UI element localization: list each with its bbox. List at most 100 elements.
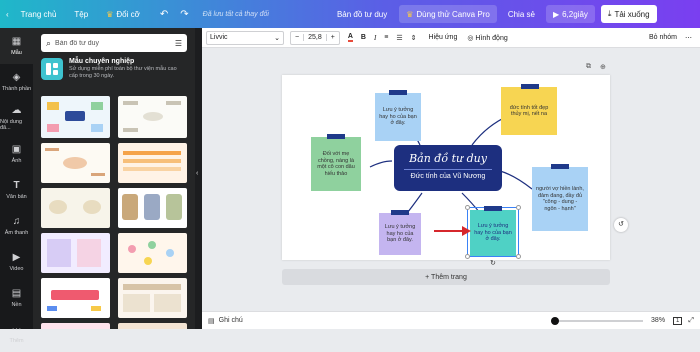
zoom-level[interactable]: 38%	[651, 317, 665, 324]
template-thumbnail[interactable]	[118, 278, 187, 318]
center-topic-subtitle: Đức tính của Vũ Nương	[404, 169, 492, 180]
sticky-note[interactable]: đức tính tốt đẹp thủy mị, nết na	[501, 84, 557, 135]
sticky-note[interactable]: người vợ hiền lành, đảm đang, đầy đủ "cô…	[532, 164, 588, 231]
template-thumbnail[interactable]	[41, 233, 110, 273]
font-size-increase-button[interactable]: +	[327, 34, 339, 41]
crown-icon: ♛	[106, 9, 114, 19]
present-timer: 6,2giây	[562, 9, 588, 19]
sticky-note-text: Lưu ý tưởng hay ho của bạn ở đây.	[384, 224, 416, 244]
sidebar-item-text[interactable]: T Văn bản	[0, 172, 33, 208]
sidebar-item-templates[interactable]: ▦ Mẫu	[0, 28, 33, 64]
font-family-select[interactable]: Livvic ⌄	[206, 30, 284, 45]
rotate-handle-icon[interactable]: ↻	[490, 259, 498, 267]
more-icon: ⋯	[11, 324, 22, 335]
sidebar-item-uploads[interactable]: ☁ Nội dung đã...	[0, 100, 33, 136]
sidebar-item-photos[interactable]: ▣ Ảnh	[0, 136, 33, 172]
comment-icon[interactable]: ↺	[614, 218, 628, 232]
template-thumbnail[interactable]	[118, 96, 187, 138]
effects-button[interactable]: Hiệu ứng	[429, 34, 458, 41]
home-link[interactable]: Trang chủ	[15, 10, 63, 19]
font-size-decrease-button[interactable]: −	[291, 34, 303, 41]
template-thumbnail[interactable]	[41, 323, 110, 329]
back-chevron-icon[interactable]: ‹	[0, 10, 15, 19]
template-search-box: ⌕ ☰	[41, 34, 187, 52]
sidebar-item-more[interactable]: ⋯ Thêm	[0, 316, 33, 352]
sticky-note-text: Đối với mẹ chồng, nàng là một cô con dâu…	[317, 151, 355, 177]
align-center-icon[interactable]: ≡	[384, 34, 388, 41]
template-thumbnail[interactable]	[118, 233, 187, 273]
canvas-workspace: ⧉ ⊕ Lưu ý tưởng hay ho của bạn ở đây. đứ…	[202, 48, 700, 311]
notes-icon[interactable]: ▤	[208, 317, 215, 325]
present-button[interactable]: ▶ 6,2giây	[545, 5, 595, 23]
animate-label: Hình động	[475, 34, 508, 42]
template-thumbnail[interactable]	[41, 143, 110, 183]
elements-icon: ◈	[12, 72, 21, 83]
try-pro-label: Dùng thử Canva Pro	[416, 9, 490, 19]
template-search-input[interactable]	[55, 39, 171, 47]
search-icon: ⌕	[46, 37, 52, 48]
more-options-icon[interactable]: ⋯	[685, 34, 692, 42]
resize-label: Đổi cỡ	[116, 9, 140, 19]
template-thumbnail[interactable]	[118, 323, 187, 329]
animate-button[interactable]: ◎ Hình động	[467, 34, 507, 42]
text-color-icon[interactable]: A	[347, 33, 353, 42]
resize-handle[interactable]	[516, 254, 521, 259]
duplicate-page-icon[interactable]: ⧉	[586, 63, 591, 71]
file-menu[interactable]: Tệp	[68, 10, 94, 19]
sidebar-item-label: Video	[9, 266, 24, 272]
sticky-note[interactable]: Lưu ý tưởng hay ho của bạn ở đây.	[375, 90, 421, 141]
sticky-note-selected[interactable]: Lưu ý tưởng hay ho của bạn ở đây.	[470, 206, 516, 256]
sticky-note[interactable]: Lưu ý tưởng hay ho của bạn ở đây.	[379, 210, 421, 255]
template-thumbnail[interactable]	[41, 188, 110, 228]
sidebar-item-background[interactable]: ▤ Nền	[0, 280, 33, 316]
page-count-badge[interactable]: 1	[673, 316, 683, 325]
zoom-slider[interactable]	[551, 316, 644, 325]
tape	[551, 164, 569, 169]
fullscreen-icon[interactable]: ⤢	[688, 317, 694, 325]
sidebar-item-audio[interactable]: ♫ Âm thanh	[0, 208, 33, 244]
ungroup-button[interactable]: Bỏ nhóm	[649, 34, 677, 41]
resize-button[interactable]: ♛ Đổi cỡ	[100, 10, 146, 19]
share-button[interactable]: Chia sẻ	[501, 5, 542, 23]
italic-icon[interactable]: I	[374, 34, 376, 42]
template-thumbnail[interactable]	[41, 96, 110, 138]
try-pro-button[interactable]: ♛ Dùng thử Canva Pro	[399, 5, 497, 23]
sticky-note-text: người vợ hiền lành, đảm đang, đầy đủ "cô…	[536, 186, 584, 212]
sidebar-item-label: Ảnh	[11, 158, 22, 164]
undo-icon[interactable]: ↶	[154, 9, 174, 20]
sticky-note[interactable]: Đối với mẹ chồng, nàng là một cô con dâu…	[311, 134, 361, 191]
add-page-icon[interactable]: ⊕	[600, 63, 606, 71]
bold-icon[interactable]: B	[361, 34, 366, 41]
pro-templates-promo[interactable]: Mẫu chuyên nghiệp Sử dụng miễn phí toàn …	[41, 58, 187, 88]
sidebar-item-elements[interactable]: ◈ Thành phần	[0, 64, 33, 100]
font-family-value: Livvic	[210, 34, 228, 41]
save-status: Đã lưu tất cả thay đổi	[202, 10, 269, 18]
sidebar-item-label: Văn bản	[6, 194, 27, 200]
template-thumbnail[interactable]	[41, 278, 110, 318]
document-title[interactable]: Bản đồ tư duy	[331, 10, 393, 19]
video-icon: ▶	[12, 252, 21, 263]
spacing-icon[interactable]: ⇕	[411, 34, 417, 42]
sidebar-item-video[interactable]: ▶ Video	[0, 244, 33, 280]
download-button[interactable]: ⤓ Tải xuống	[600, 5, 657, 23]
center-topic[interactable]: Bản đồ tư duy Đức tính của Vũ Nương	[394, 145, 502, 191]
templates-panel: ⌕ ☰ Mẫu chuyên nghiệp Sử dụng miễn phí t…	[33, 28, 195, 329]
photo-icon: ▣	[11, 144, 22, 155]
tape	[391, 210, 409, 215]
notes-button[interactable]: Ghi chú	[219, 317, 243, 324]
resize-handle[interactable]	[465, 254, 470, 259]
font-size-value[interactable]: 25,8	[303, 34, 327, 41]
add-page-button[interactable]: + Thêm trang	[282, 269, 610, 285]
panel-collapse-handle[interactable]: ‹	[195, 28, 202, 329]
template-thumbnail[interactable]	[118, 188, 187, 228]
selected-note-frame[interactable]: Lưu ý tưởng hay ho của bạn ở đây.	[465, 205, 521, 259]
filter-icon[interactable]: ☰	[175, 39, 182, 48]
redo-icon[interactable]: ↷	[174, 9, 194, 20]
resize-handle[interactable]	[465, 205, 470, 210]
tape	[327, 134, 345, 139]
list-icon[interactable]: ☰	[396, 34, 402, 42]
resize-handle[interactable]	[516, 205, 521, 210]
template-thumbnail[interactable]	[118, 143, 187, 183]
zoom-slider-knob[interactable]	[551, 316, 560, 325]
design-page[interactable]: Lưu ý tưởng hay ho của bạn ở đây. đức tí…	[282, 75, 610, 267]
